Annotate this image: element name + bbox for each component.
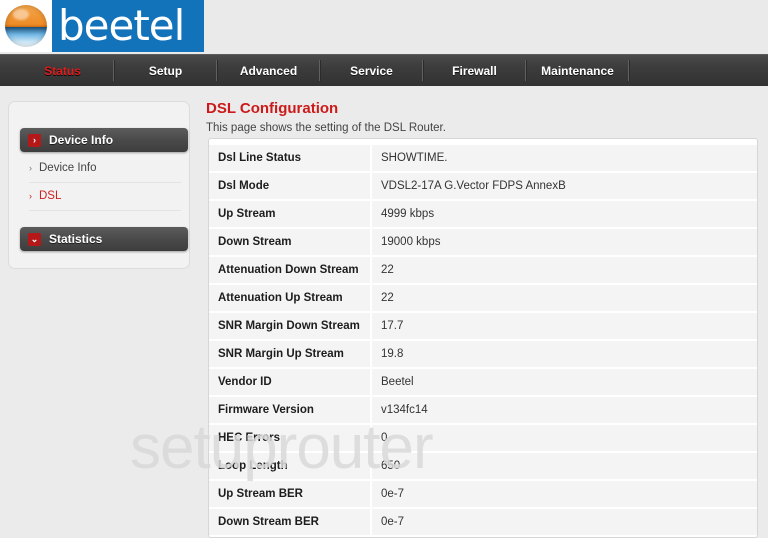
sidebar-item-label: DSL [39, 190, 62, 202]
table-cell-label: Down Stream [209, 229, 372, 255]
table-cell-label: Up Stream [209, 201, 372, 227]
table-row: Attenuation Down Stream 22 [209, 257, 757, 283]
nav-item-label: Status [44, 63, 81, 78]
table-cell-label: Loop Length [209, 453, 372, 479]
table-cell-value: VDSL2-17A G.Vector FDPS AnnexB [381, 180, 566, 192]
table-cell-value: 0e-7 [381, 488, 405, 500]
dsl-info-panel: Dsl Line Status SHOWTIME. Dsl Mode VDSL2-17… [208, 138, 758, 538]
sidebar-item-dsl[interactable]: › DSL [29, 182, 181, 211]
page-subtitle: This page shows the setting of the DSL R… [206, 122, 446, 134]
table-row: Loop Length 650 [209, 453, 757, 479]
table-row: Up Stream 4999 kbps [209, 201, 757, 227]
table-cell-value: SHOWTIME. [381, 152, 448, 164]
chevron-right-icon: › [29, 191, 32, 201]
table-row: Vendor ID Beetel [209, 369, 757, 395]
nav-item-label: Firewall [452, 63, 497, 78]
table-cell-label: Dsl Line Status [209, 145, 372, 171]
table-row: SNR Margin Up Stream 19.8 [209, 341, 757, 367]
nav-item-label: Maintenance [541, 63, 614, 78]
table-cell-label: SNR Margin Down Stream [209, 313, 372, 339]
sidebar-section-label: Device Info [49, 133, 114, 147]
nav-item-status[interactable]: Status [12, 55, 113, 86]
table-cell-value: 17.7 [381, 320, 404, 332]
dsl-info-table: Dsl Line Status SHOWTIME. Dsl Mode VDSL2-17… [209, 145, 757, 535]
table-cell-value: 0 [381, 432, 388, 444]
sphere-logo-icon [0, 0, 52, 52]
table-row: Down Stream 19000 kbps [209, 229, 757, 255]
chevron-right-icon: › [29, 163, 32, 173]
table-row: SNR Margin Down Stream 17.7 [209, 313, 757, 339]
table-cell-label: Attenuation Down Stream [209, 257, 372, 283]
chevron-down-icon: ⌄ [28, 232, 41, 246]
table-cell-label: HEC Errors [209, 425, 372, 451]
table-cell-label: Down Stream BER [209, 509, 372, 535]
page-title: DSL Configuration [206, 100, 339, 117]
table-cell-value: 19000 kbps [381, 236, 441, 248]
nav-separator [628, 60, 630, 81]
table-cell-label: Up Stream BER [209, 481, 372, 507]
table-cell-value: Beetel [381, 376, 414, 388]
table-row: Down Stream BER 0e-7 [209, 509, 757, 535]
chevron-right-icon: › [28, 133, 41, 147]
nav-item-label: Advanced [239, 63, 298, 78]
table-cell-label: Attenuation Up Stream [209, 285, 372, 311]
table-cell-value: 0e-7 [381, 516, 405, 528]
table-cell-label: Dsl Mode [209, 173, 372, 199]
nav-item-firewall[interactable]: Firewall [424, 55, 525, 86]
table-cell-value: 22 [381, 264, 394, 276]
sidebar: › Device Info › Device Info › DSL ⌄ Stat… [8, 101, 190, 269]
table-cell-value: v134fc14 [381, 404, 428, 416]
table-cell-label: SNR Margin Up Stream [209, 341, 372, 367]
table-cell-label: Firmware Version [209, 397, 372, 423]
sidebar-section-label: Statistics [49, 232, 103, 246]
main-navigation: Status Setup Advanced Service Firewall M… [0, 54, 768, 86]
table-cell-label: Vendor ID [209, 369, 372, 395]
nav-item-service[interactable]: Service [321, 55, 422, 86]
page-header: beetel [0, 0, 768, 55]
nav-item-advanced[interactable]: Advanced [218, 55, 319, 86]
brand-name: beetel [58, 1, 185, 50]
table-cell-value: 4999 kbps [381, 208, 435, 220]
sidebar-section-statistics[interactable]: ⌄ Statistics [20, 227, 188, 251]
table-cell-value: 19.8 [381, 348, 404, 360]
table-row: Dsl Mode VDSL2-17A G.Vector FDPS AnnexB [209, 173, 757, 199]
table-row: Dsl Line Status SHOWTIME. [209, 145, 757, 171]
nav-item-setup[interactable]: Setup [115, 55, 216, 86]
table-row: HEC Errors 0 [209, 425, 757, 451]
nav-item-label: Service [350, 63, 393, 78]
main-content: DSL Configuration This page shows the se… [196, 90, 768, 538]
sidebar-item-label: Device Info [39, 162, 97, 174]
nav-item-label: Setup [148, 63, 183, 78]
nav-item-maintenance[interactable]: Maintenance [527, 55, 628, 86]
sidebar-item-device-info[interactable]: › Device Info [29, 154, 181, 183]
table-cell-value: 650 [381, 460, 401, 472]
table-row: Attenuation Up Stream 22 [209, 285, 757, 311]
table-cell-value: 22 [381, 292, 394, 304]
sidebar-section-device-info[interactable]: › Device Info [20, 128, 188, 152]
table-row: Up Stream BER 0e-7 [209, 481, 757, 507]
table-row: Firmware Version v134fc14 [209, 397, 757, 423]
brand-logo[interactable]: beetel [0, 0, 204, 52]
